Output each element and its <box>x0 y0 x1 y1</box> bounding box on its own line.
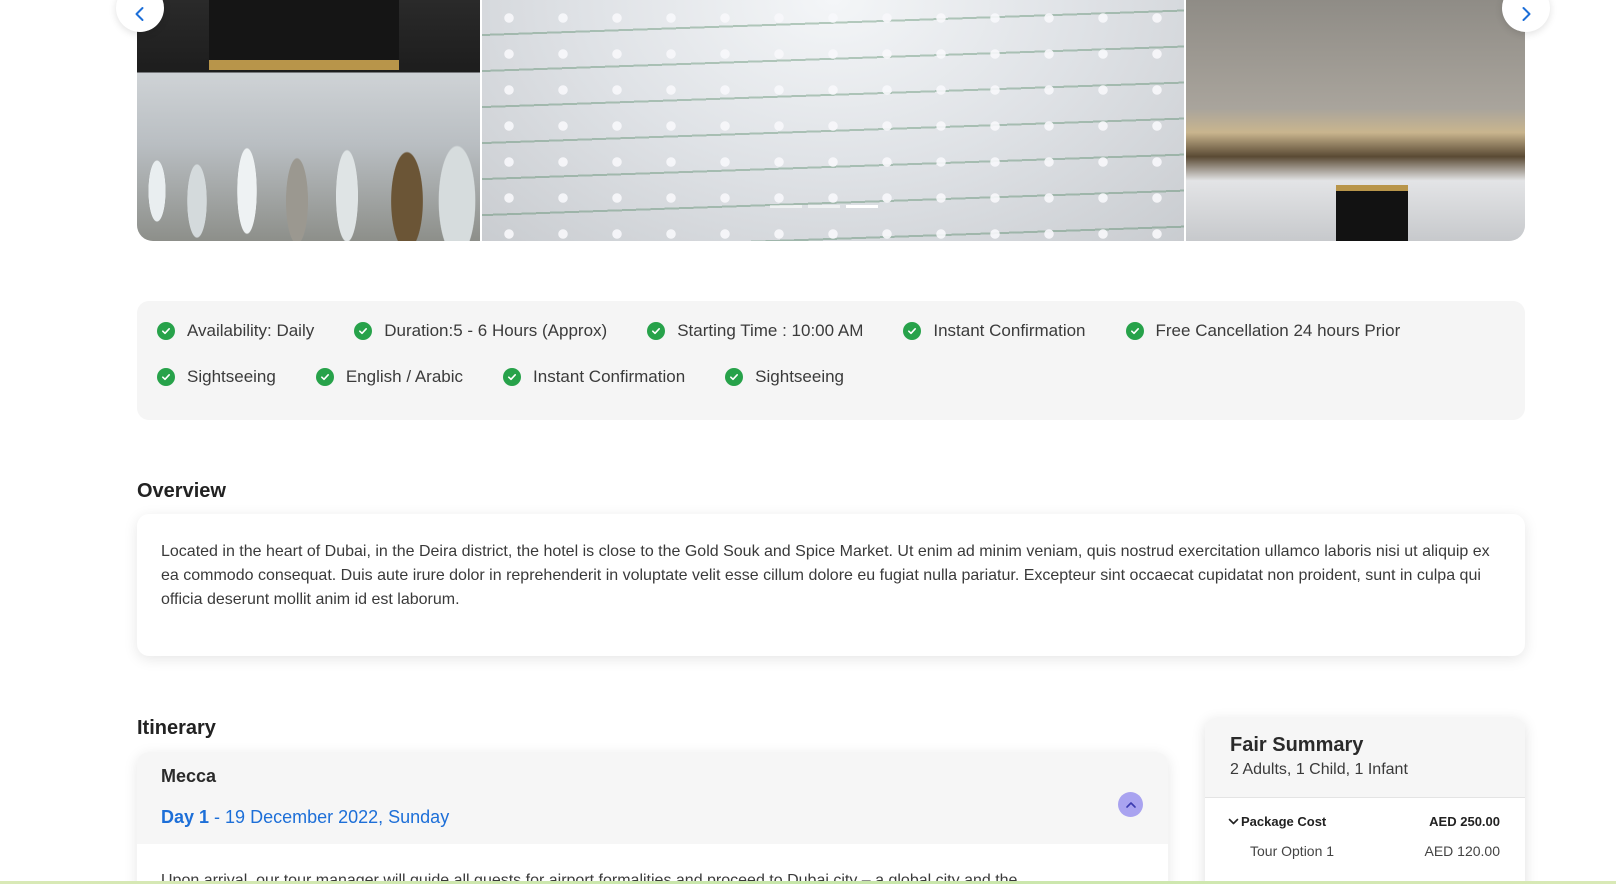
overview-card: Located in the heart of Dubai, in the De… <box>137 514 1525 656</box>
clock-tower-photo[interactable] <box>1186 0 1525 241</box>
overview-heading: Overview <box>137 480 226 502</box>
package-cost-row[interactable]: Package Cost AED 250.00 <box>1205 814 1525 829</box>
chevron-up-icon <box>1125 801 1136 808</box>
check-circle-icon <box>354 322 373 340</box>
feature-label: Sightseeing <box>755 367 845 386</box>
feature-instant-confirmation: Instant Confirmation <box>903 319 1086 343</box>
page: Availability: Daily Duration:5 - 6 Hours… <box>0 0 1616 884</box>
tour-option-value: AED 120.00 <box>1424 843 1501 859</box>
feature-label: Instant Confirmation <box>933 321 1086 340</box>
feature-label: Instant Confirmation <box>533 367 686 386</box>
feature-availability: Availability: Daily <box>157 319 314 343</box>
feature-starting-time: Starting Time : 10:00 AM <box>647 319 863 343</box>
slider-indicators <box>770 205 878 208</box>
itinerary-card: Mecca Day 1 - 19 December 2022, Sunday U… <box>137 752 1168 884</box>
slide-indicator-active[interactable] <box>846 205 878 208</box>
check-circle-icon <box>1125 322 1144 340</box>
check-circle-icon <box>503 368 522 386</box>
check-circle-icon <box>157 368 175 386</box>
feature-instant-confirmation-2: Instant Confirmation <box>503 365 685 389</box>
package-cost-value: AED 250.00 <box>1429 814 1500 829</box>
kaaba-pilgrims-photo[interactable] <box>137 0 480 241</box>
check-circle-icon <box>725 368 744 386</box>
summary-guests: 2 Adults, 1 Child, 1 Infant <box>1230 761 1408 778</box>
check-circle-icon <box>315 368 334 386</box>
feature-label: Availability: Daily <box>187 321 315 340</box>
itinerary-day: Day 1 - 19 December 2022, Sunday <box>161 807 1144 828</box>
fair-summary-card: Fair Summary 2 Adults, 1 Child, 1 Infant… <box>1205 718 1525 884</box>
chevron-left-icon <box>135 7 144 21</box>
kaaba-shape <box>209 0 399 70</box>
check-circle-icon <box>157 322 175 340</box>
summary-title: Fair Summary <box>1230 734 1364 756</box>
day-label: Day 1 <box>161 807 210 827</box>
feature-free-cancellation: Free Cancellation 24 hours Prior <box>1125 319 1401 343</box>
check-circle-icon <box>647 322 666 340</box>
package-cost-toggle[interactable]: Package Cost <box>1228 814 1326 829</box>
chevron-right-icon <box>1522 7 1531 21</box>
feature-label: Duration:5 - 6 Hours (Approx) <box>384 321 608 340</box>
package-cost-label: Package Cost <box>1241 814 1327 829</box>
feature-label: Starting Time : 10:00 AM <box>677 321 864 340</box>
chevron-down-icon <box>1228 818 1239 825</box>
tour-features: Availability: Daily Duration:5 - 6 Hours… <box>137 301 1525 420</box>
summary-header: Fair Summary 2 Adults, 1 Child, 1 Infant <box>1205 718 1525 798</box>
feature-label: Free Cancellation 24 hours Prior <box>1155 321 1401 340</box>
slide-indicator[interactable] <box>808 205 840 208</box>
itinerary-heading: Itinerary <box>137 717 216 739</box>
kaaba-shape <box>1336 185 1408 241</box>
tour-option-row: Tour Option 1 AED 120.00 <box>1205 843 1525 859</box>
feature-sightseeing: Sightseeing <box>157 365 276 389</box>
feature-label: Sightseeing <box>187 367 276 386</box>
itinerary-day-header[interactable]: Mecca Day 1 - 19 December 2022, Sunday <box>137 752 1168 844</box>
slide-indicator[interactable] <box>770 205 802 208</box>
feature-sightseeing-2: Sightseeing <box>725 365 844 389</box>
feature-duration: Duration:5 - 6 Hours (Approx) <box>354 319 607 343</box>
tour-option-label: Tour Option 1 <box>1250 843 1335 859</box>
feature-language: English / Arabic <box>315 365 464 389</box>
pilgrims-crowd <box>137 91 480 241</box>
day-date: - 19 December 2022, Sunday <box>209 807 450 827</box>
overview-text: Located in the heart of Dubai, in the De… <box>161 543 1490 608</box>
check-circle-icon <box>903 322 922 340</box>
feature-label: English / Arabic <box>345 367 464 386</box>
itinerary-description: Upon arrival, our tour manager will guid… <box>161 872 1018 884</box>
collapse-day-button[interactable] <box>1118 792 1143 817</box>
itinerary-city: Mecca <box>161 766 217 786</box>
